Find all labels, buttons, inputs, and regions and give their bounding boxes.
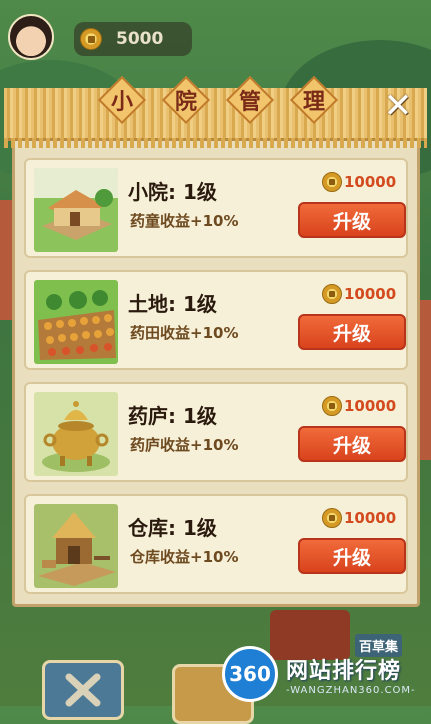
upgrade-card-pharmacy: 药庐: 1级 药庐收益+10% 10000 升级 [24,382,408,482]
top-bar: 5000 [0,0,431,80]
coin-icon [322,508,342,528]
watermark: 360 网站排行榜 -WANGZHAN360.COM- [222,646,416,702]
title-char: 小 [100,83,144,117]
coin-balance-value: 5000 [116,29,164,49]
upgrade-cost-value: 10000 [344,509,397,527]
card-bonus: 药庐收益+10% [130,436,239,454]
hammer-icon [65,673,101,707]
upgrade-button[interactable]: 升级 [298,202,406,238]
upgrade-cost: 10000 [322,508,396,528]
watermark-title: 网站排行榜 [286,658,402,684]
watermark-logo: 360 [222,646,278,702]
upgrade-card-yard: 小院: 1级 药童收益+10% 10000 升级 [24,158,408,258]
house-icon [34,168,118,252]
granary-icon [34,504,118,588]
coin-icon [80,28,102,50]
coin-balance: 5000 [74,22,192,56]
upgrade-card-warehouse: 仓库: 1级 仓库收益+10% 10000 升级 [24,494,408,594]
card-bonus: 仓库收益+10% [130,548,239,566]
upgrade-cost-value: 10000 [344,285,397,303]
coin-icon [322,172,342,192]
upgrade-cost-value: 10000 [344,173,397,191]
farmland-icon [34,280,118,364]
upgrade-button[interactable]: 升级 [298,314,406,350]
card-title: 药庐: 1级 [128,404,217,428]
close-icon[interactable]: ✕ [380,88,416,124]
title-char: 理 [292,83,336,117]
upgrade-button[interactable]: 升级 [298,538,406,574]
card-title: 土地: 1级 [128,292,217,316]
card-bonus: 药童收益+10% [130,212,239,230]
coin-icon [322,396,342,416]
coin-icon [322,284,342,304]
title-char: 管 [228,83,272,117]
cauldron-icon [34,392,118,476]
upgrade-button[interactable]: 升级 [298,426,406,462]
upgrade-cost: 10000 [322,396,396,416]
bottom-tools-button[interactable] [42,660,124,720]
card-title: 小院: 1级 [128,180,217,204]
upgrade-cost: 10000 [322,172,396,192]
card-title: 仓库: 1级 [128,516,217,540]
upgrade-card-land: 土地: 1级 药田收益+10% 10000 升级 [24,270,408,370]
dialog-title: 小 院 管 理 [100,80,336,120]
upgrade-cost-value: 10000 [344,397,397,415]
title-char: 院 [164,83,208,117]
card-bonus: 药田收益+10% [130,324,239,342]
watermark-subtitle: -WANGZHAN360.COM- [286,684,416,696]
upgrade-cost: 10000 [322,284,396,304]
player-avatar[interactable] [8,14,54,60]
